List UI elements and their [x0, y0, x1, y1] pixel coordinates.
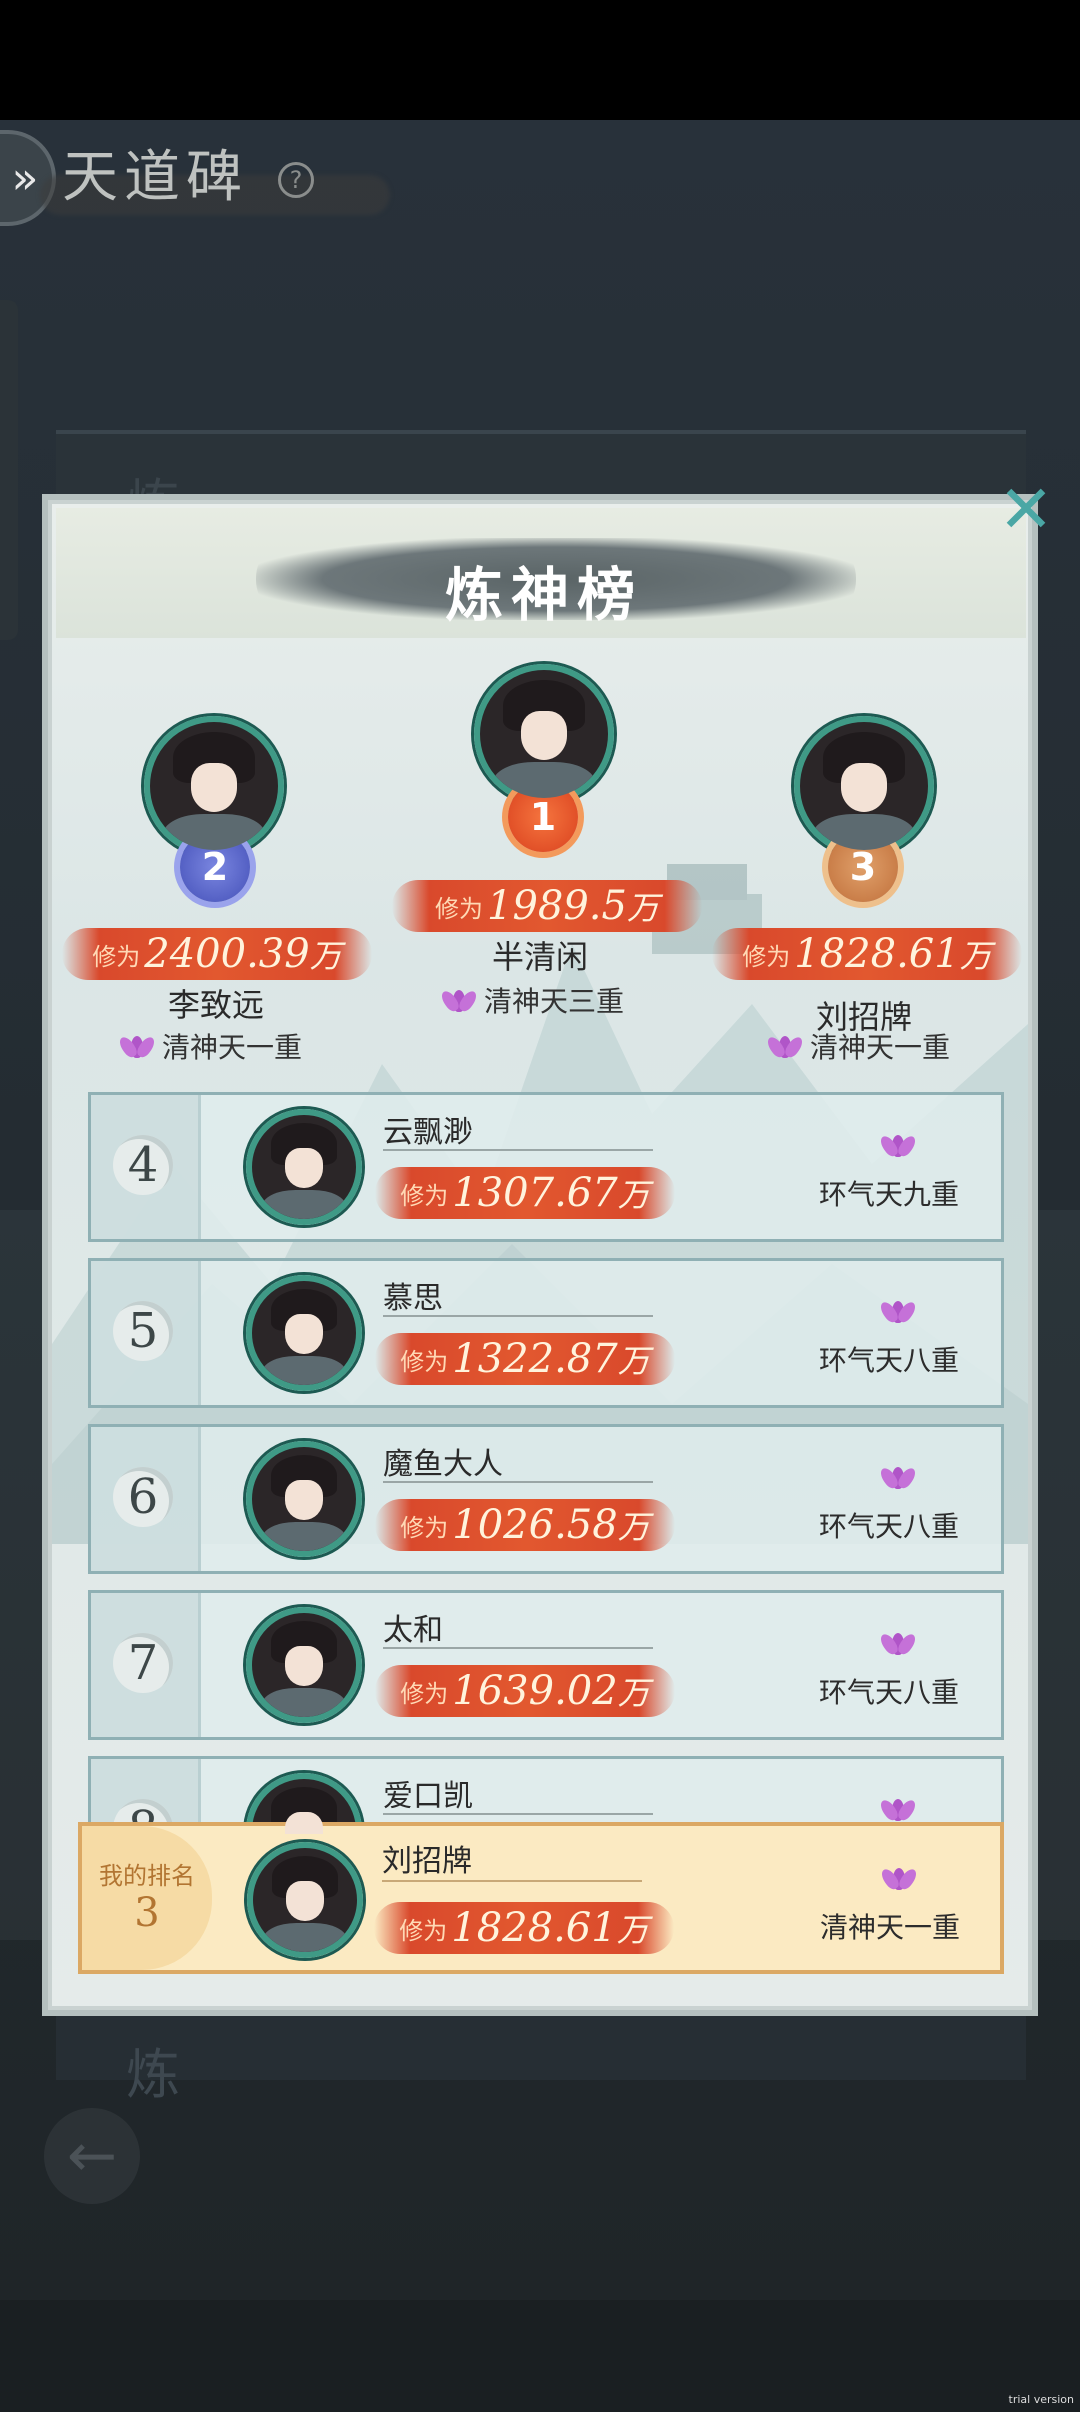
- avatar[interactable]: [144, 716, 284, 856]
- rank-number: 4: [113, 1135, 173, 1195]
- power-value: 1828.61: [794, 931, 960, 977]
- rank-number: 7: [113, 1633, 173, 1693]
- my-rank-cell: 我的排名 3: [82, 1826, 212, 1970]
- avatar[interactable]: [474, 664, 614, 804]
- power-unit: 万: [959, 937, 992, 975]
- power-label: 修为: [92, 942, 141, 971]
- realm: 清神天一重: [116, 1026, 302, 1066]
- realm: 环气天八重: [819, 1676, 960, 1709]
- ghost-label: 炼: [126, 2043, 180, 2106]
- watermark: trial version: [1008, 2393, 1074, 2406]
- list-item[interactable]: 4 云飘渺 修为 1307.67 万 环气天九重: [88, 1092, 1004, 1242]
- leaderboard-list[interactable]: 4 云飘渺 修为 1307.67 万 环气天九重 5 慕思 修为 1322.87 万 环…: [52, 1084, 1028, 1834]
- lotus-icon: [877, 1629, 919, 1657]
- lotus-icon: [877, 1463, 919, 1491]
- power-unit: 万: [309, 937, 342, 975]
- avatar[interactable]: [246, 1275, 362, 1391]
- back-arrow-icon: ←: [44, 2108, 140, 2204]
- lotus-icon: [438, 986, 480, 1014]
- realm: 清神天一重: [820, 1911, 961, 1944]
- divider: [383, 1481, 653, 1483]
- my-rank-label: 我的排名: [99, 1862, 195, 1890]
- player-name: 云飘渺: [383, 1115, 473, 1150]
- avatar[interactable]: [246, 1607, 362, 1723]
- player-name: 太和: [383, 1613, 443, 1648]
- power-label: 修为: [435, 894, 483, 923]
- power-ribbon: 修为 1307.67 万: [375, 1167, 675, 1219]
- power-label: 修为: [742, 942, 791, 971]
- avatar[interactable]: [794, 716, 934, 856]
- my-rank-row[interactable]: 我的排名 3 刘招牌 修为 1828.61 万 清神天一重: [78, 1822, 1004, 1974]
- realm: 清神天一重: [764, 1026, 950, 1066]
- power-unit: 万: [626, 889, 659, 927]
- help-icon[interactable]: ?: [278, 162, 314, 198]
- power-ribbon: 修为 1639.02 万: [375, 1665, 675, 1717]
- realm: 环气天九重: [819, 1178, 960, 1211]
- lotus-icon: [764, 1032, 806, 1060]
- player-name: 半清闲: [492, 938, 589, 976]
- lotus-icon: [878, 1864, 920, 1892]
- power-ribbon: 修为 1828.61 万: [374, 1902, 674, 1954]
- realm: 清神天三重: [438, 980, 624, 1020]
- divider: [383, 1647, 653, 1649]
- page-title: 天道碑: [62, 145, 248, 210]
- player-name: 爱口凯: [383, 1779, 473, 1814]
- divider: [383, 1315, 653, 1317]
- list-item[interactable]: 5 慕思 修为 1322.87 万 环气天八重: [88, 1258, 1004, 1408]
- player-name: 慕思: [383, 1281, 443, 1316]
- power-ribbon: 修为 1026.58 万: [375, 1499, 675, 1551]
- avatar[interactable]: [247, 1842, 363, 1958]
- power-ribbon: 修为 2400.39 万: [62, 928, 372, 980]
- panel-title: 炼神榜: [444, 561, 643, 629]
- list-item[interactable]: 6 魔鱼大人 修为 1026.58 万 环气天八重: [88, 1424, 1004, 1574]
- divider: [383, 1149, 653, 1151]
- lotus-icon: [877, 1131, 919, 1159]
- list-item[interactable]: 7 太和 修为 1639.02 万 环气天八重: [88, 1590, 1004, 1740]
- divider: [383, 1813, 653, 1815]
- player-name: 刘招牌: [382, 1844, 472, 1879]
- double-chevron-icon: »: [11, 152, 39, 204]
- power-ribbon: 修为 1989.5 万: [392, 880, 702, 932]
- background-scroll-bottom: 炼: [56, 2000, 1026, 2106]
- status-bar-area: [0, 0, 1080, 120]
- power-ribbon: 修为 1322.87 万: [375, 1333, 675, 1385]
- rank-number: 6: [113, 1467, 173, 1527]
- power-ribbon: 修为 1828.61 万: [712, 928, 1022, 980]
- avatar[interactable]: [246, 1109, 362, 1225]
- lotus-icon: [116, 1032, 158, 1060]
- player-name: 李致远: [168, 986, 265, 1024]
- background-scroll-top: 炼: [56, 430, 1026, 536]
- power-value: 2400.39: [144, 931, 310, 977]
- panel-header: 炼神榜: [56, 508, 1026, 638]
- avatar[interactable]: [246, 1441, 362, 1557]
- divider: [382, 1880, 642, 1882]
- close-button[interactable]: ✕: [996, 477, 1056, 543]
- lotus-icon: [877, 1297, 919, 1325]
- leaderboard-panel: 炼神榜 1 修为 1989.5 万 半清闲 清神天三重 2 修为 2400.39 万 李…: [48, 500, 1032, 2010]
- realm: 环气天八重: [819, 1344, 960, 1377]
- player-name: 魔鱼大人: [383, 1447, 503, 1482]
- lotus-icon: [877, 1795, 919, 1823]
- realm: 环气天八重: [819, 1510, 960, 1543]
- rank-number: 5: [113, 1301, 173, 1361]
- power-value: 1989.5: [487, 883, 627, 929]
- side-tab: [0, 300, 18, 640]
- my-rank-value: 3: [134, 1890, 160, 1936]
